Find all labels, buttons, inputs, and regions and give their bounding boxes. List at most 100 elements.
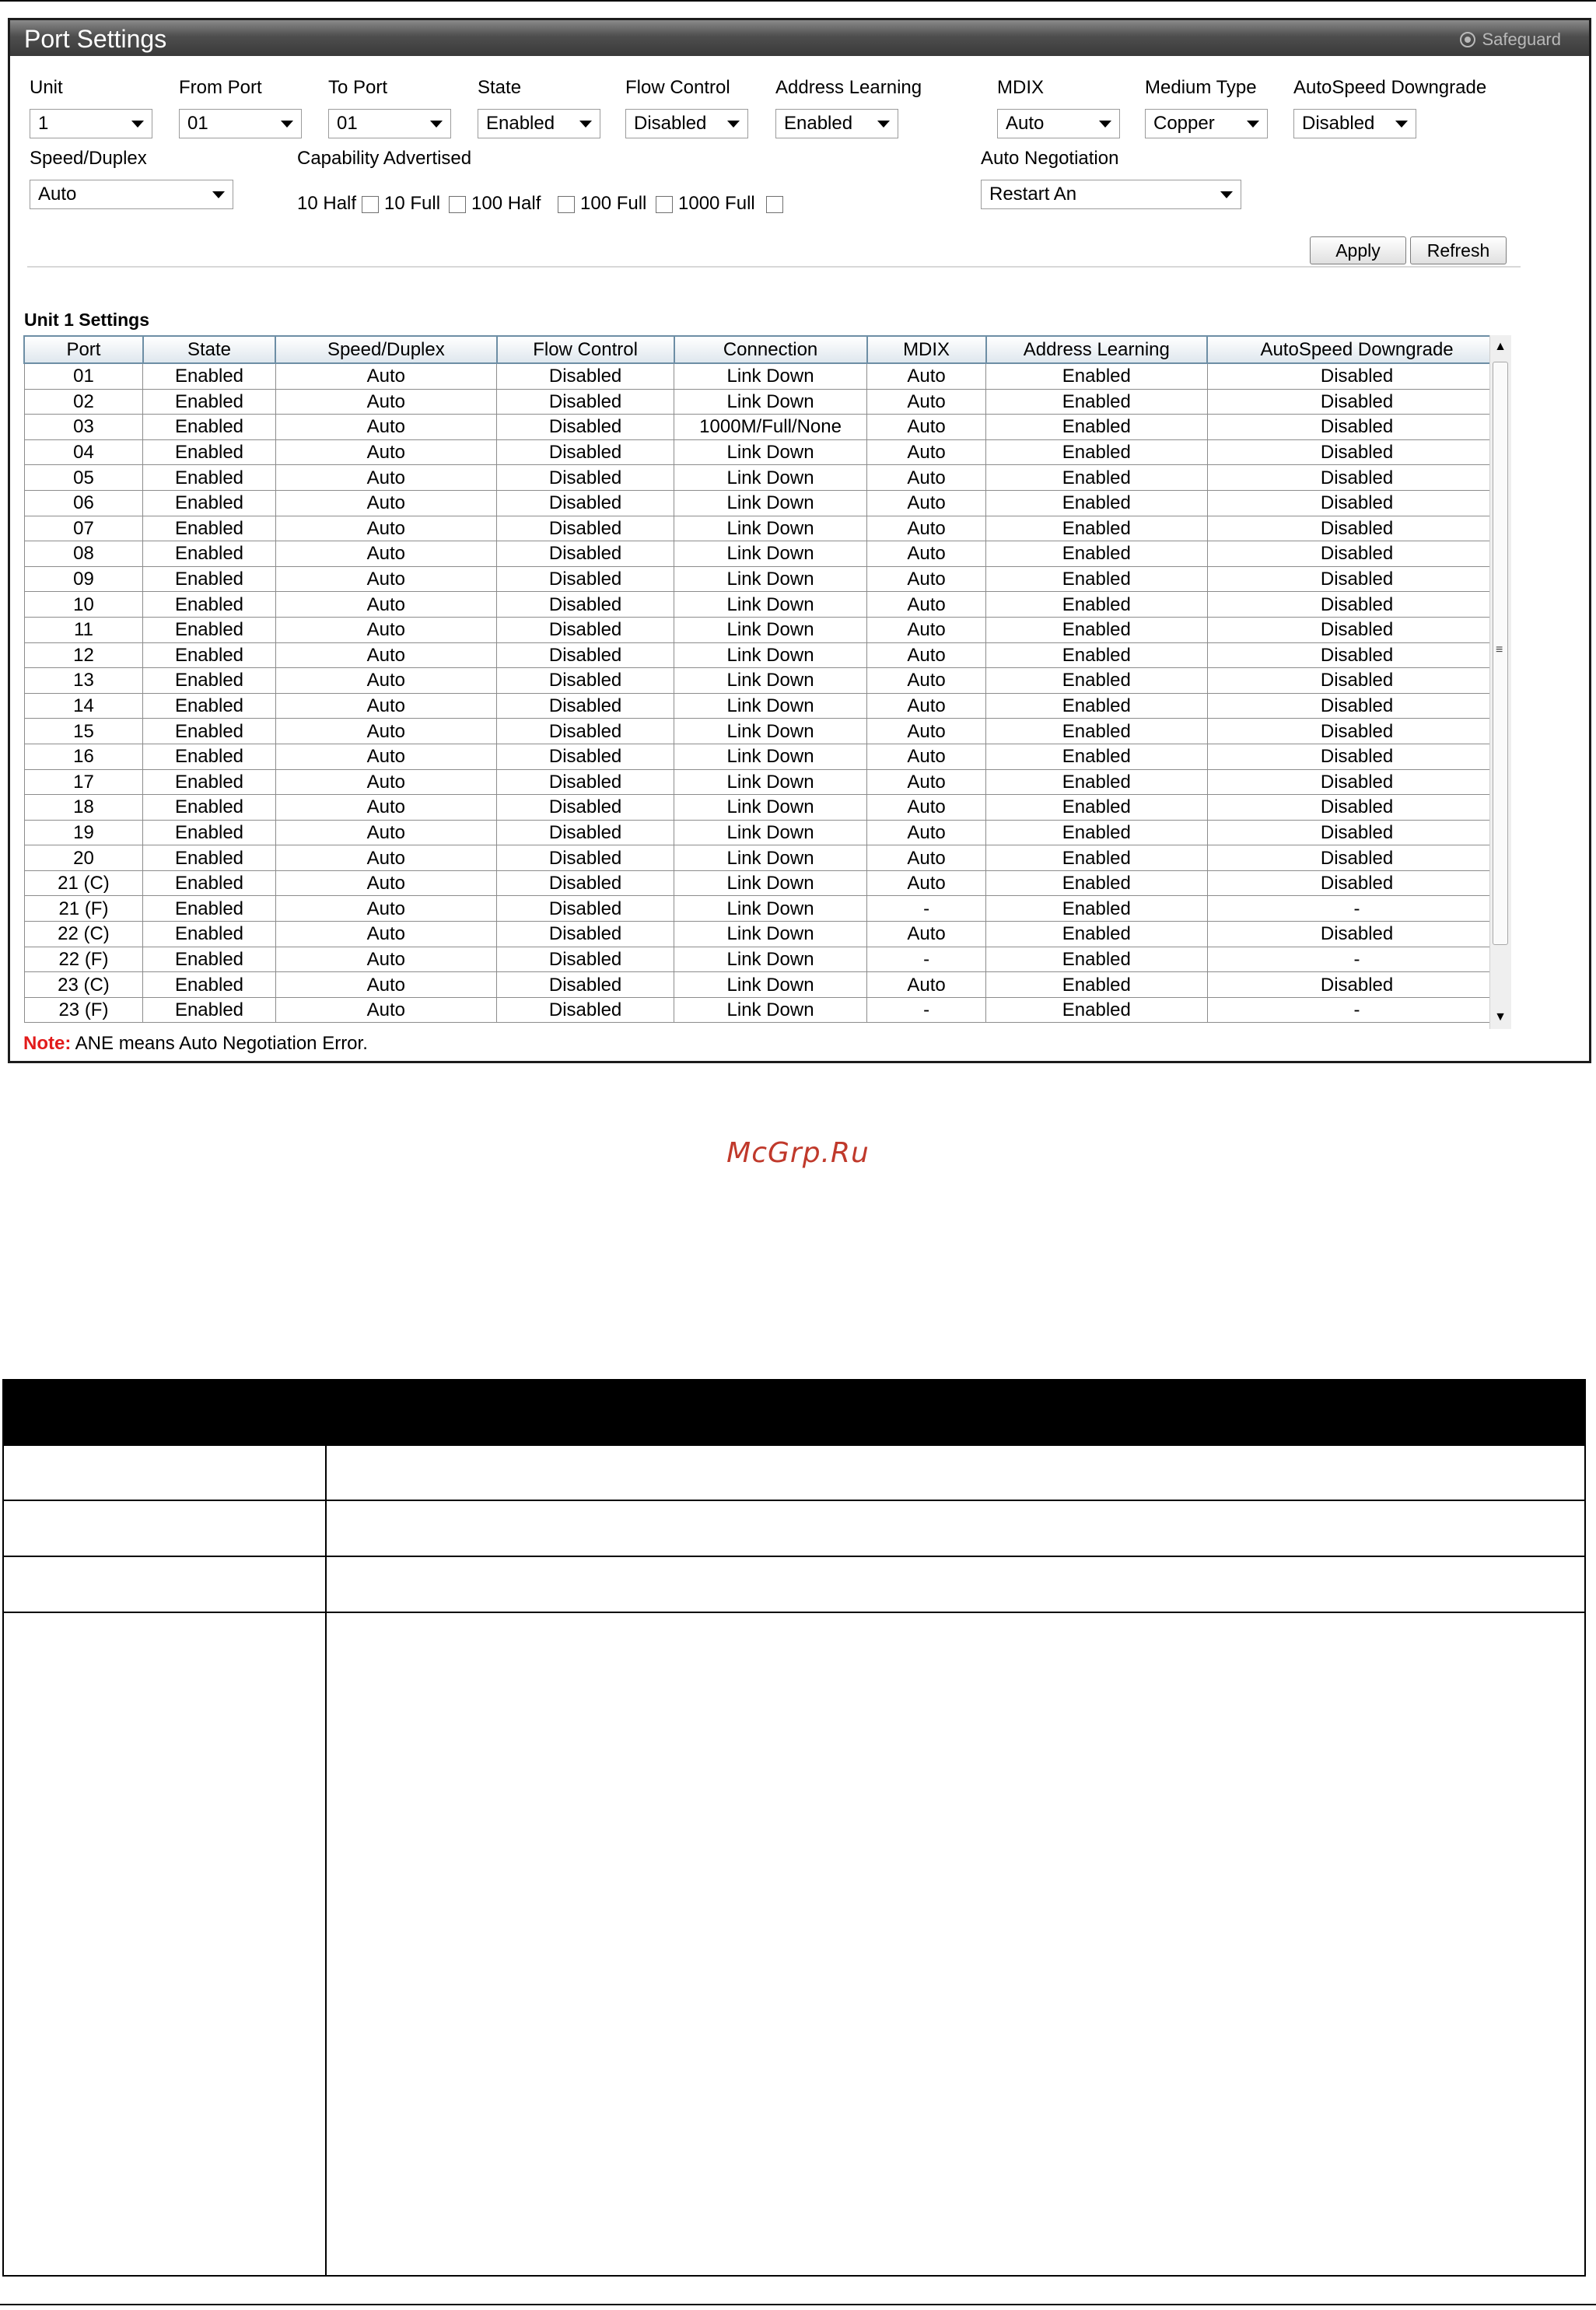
cell-port: 23 (F) xyxy=(23,996,144,1024)
cell-state: Enabled xyxy=(142,362,276,390)
cell-autospeed-downgrade: Disabled xyxy=(1206,718,1507,744)
cell-connection: Link Down xyxy=(673,642,868,669)
flow-control-select[interactable]: Disabled xyxy=(625,109,748,138)
cell-speed-duplex: Auto xyxy=(275,870,498,897)
col-header-mdix: MDIX xyxy=(866,335,987,364)
auto-negotiation-select[interactable]: Restart An xyxy=(981,180,1241,209)
cell-connection: 1000M/Full/None xyxy=(673,414,868,440)
refresh-button[interactable]: Refresh xyxy=(1410,236,1507,264)
table-row: 15 Enabled Auto Disabled Link Down Auto Enable… xyxy=(23,718,1507,744)
cap-10-full-checkbox[interactable] xyxy=(449,196,466,213)
cap-100-full-checkbox[interactable] xyxy=(656,196,673,213)
mdix-select[interactable]: Auto xyxy=(997,109,1120,138)
cell-autospeed-downgrade: Disabled xyxy=(1206,692,1507,719)
description-row-divider xyxy=(4,1500,1584,1501)
section-divider xyxy=(27,266,1521,268)
from-port-select[interactable]: 01 xyxy=(179,109,302,138)
cap-10-half-label: 10 Half xyxy=(297,193,357,214)
table-row: 21 (C) Enabled Auto Disabled Link Down Auto En… xyxy=(23,870,1507,897)
to-port-select-value: 01 xyxy=(337,113,358,134)
grip-icon: ≡ xyxy=(1496,643,1503,656)
table-row: 11 Enabled Auto Disabled Link Down Auto Enable… xyxy=(23,616,1507,643)
cell-mdix: Auto xyxy=(866,515,987,542)
to-port-select[interactable]: 01 xyxy=(328,109,451,138)
description-row-divider xyxy=(4,1556,1584,1557)
cell-autospeed-downgrade: Disabled xyxy=(1206,388,1507,415)
cell-autospeed-downgrade: - xyxy=(1206,895,1507,922)
cell-mdix: Auto xyxy=(866,819,987,846)
cell-mdix: Auto xyxy=(866,541,987,567)
address-learning-select[interactable]: Enabled xyxy=(775,109,898,138)
cap-1000-full-checkbox[interactable] xyxy=(766,196,783,213)
cell-autospeed-downgrade: Disabled xyxy=(1206,489,1507,516)
cell-state: Enabled xyxy=(142,591,276,618)
cap-100-full-label: 100 Full xyxy=(580,193,647,214)
cell-address-learning: Enabled xyxy=(985,414,1208,440)
safeguard-indicator[interactable]: Safeguard xyxy=(1460,30,1561,50)
port-settings-window: Port Settings Safeguard Unit From Port T… xyxy=(8,18,1591,1063)
cell-address-learning: Enabled xyxy=(985,515,1208,542)
cell-port: 10 xyxy=(23,591,144,618)
table-row: 23 (C) Enabled Auto Disabled Link Down Auto En… xyxy=(23,971,1507,998)
cell-address-learning: Enabled xyxy=(985,794,1208,821)
port-table-viewport: Port State Speed/Duplex Flow Control Con… xyxy=(23,335,1507,1029)
table-row: 10 Enabled Auto Disabled Link Down Auto Enable… xyxy=(23,591,1507,618)
medium-type-select[interactable]: Copper xyxy=(1145,109,1268,138)
table-row: 01 Enabled Auto Disabled Link Down Auto Enable… xyxy=(23,362,1507,390)
state-select[interactable]: Enabled xyxy=(478,109,600,138)
watermark-text: McGrp.Ru xyxy=(726,1137,870,1169)
cell-autospeed-downgrade: Disabled xyxy=(1206,642,1507,669)
port-table-body: 01 Enabled Auto Disabled Link Down Auto Enable… xyxy=(23,362,1507,1024)
cell-connection: Link Down xyxy=(673,667,868,694)
cell-port: 02 xyxy=(23,388,144,415)
cell-state: Enabled xyxy=(142,845,276,871)
table-row: 13 Enabled Auto Disabled Link Down Auto Enable… xyxy=(23,667,1507,694)
cell-state: Enabled xyxy=(142,667,276,694)
cell-mdix: Auto xyxy=(866,388,987,415)
cell-flow-control: Disabled xyxy=(496,414,674,440)
cell-state: Enabled xyxy=(142,971,276,998)
scroll-thumb[interactable]: ≡ xyxy=(1493,362,1508,945)
cell-address-learning: Enabled xyxy=(985,616,1208,643)
table-row: 08 Enabled Auto Disabled Link Down Auto Enable… xyxy=(23,541,1507,567)
cell-port: 09 xyxy=(23,565,144,593)
cell-state: Enabled xyxy=(142,388,276,415)
cell-speed-duplex: Auto xyxy=(275,541,498,567)
to-port-label: To Port xyxy=(328,77,388,98)
cell-autospeed-downgrade: - xyxy=(1206,946,1507,973)
cell-port: 05 xyxy=(23,464,144,491)
table-row: 19 Enabled Auto Disabled Link Down Auto Enable… xyxy=(23,819,1507,846)
address-learning-select-value: Enabled xyxy=(784,113,853,134)
cell-speed-duplex: Auto xyxy=(275,439,498,466)
table-row: 05 Enabled Auto Disabled Link Down Auto Enable… xyxy=(23,464,1507,491)
unit-select[interactable]: 1 xyxy=(30,109,152,138)
cell-mdix: Auto xyxy=(866,489,987,516)
cell-flow-control: Disabled xyxy=(496,362,674,390)
cell-state: Enabled xyxy=(142,895,276,922)
chevron-down-icon xyxy=(1220,191,1233,198)
autospeed-downgrade-select[interactable]: Disabled xyxy=(1293,109,1416,138)
col-header-autospeed-downgrade: AutoSpeed Downgrade xyxy=(1206,335,1507,364)
table-row: 06 Enabled Auto Disabled Link Down Auto Enable… xyxy=(23,489,1507,516)
speed-duplex-select[interactable]: Auto xyxy=(30,180,233,209)
cell-address-learning: Enabled xyxy=(985,921,1208,947)
apply-button[interactable]: Apply xyxy=(1310,236,1406,264)
cell-autospeed-downgrade: - xyxy=(1206,996,1507,1024)
chevron-down-icon xyxy=(1099,121,1111,128)
cell-port: 17 xyxy=(23,768,144,796)
table-row: 07 Enabled Auto Disabled Link Down Auto Enable… xyxy=(23,515,1507,542)
state-select-value: Enabled xyxy=(486,113,555,134)
table-scrollbar[interactable]: ▲ ≡ ▼ xyxy=(1489,335,1511,1029)
cap-10-half-checkbox[interactable] xyxy=(362,196,379,213)
cell-autospeed-downgrade: Disabled xyxy=(1206,464,1507,491)
cell-autospeed-downgrade: Disabled xyxy=(1206,845,1507,871)
cap-100-half-checkbox[interactable] xyxy=(558,196,575,213)
cell-mdix: Auto xyxy=(866,845,987,871)
flow-control-select-value: Disabled xyxy=(634,113,707,134)
cell-state: Enabled xyxy=(142,489,276,516)
scroll-down-icon[interactable]: ▼ xyxy=(1490,1006,1510,1029)
scroll-up-icon[interactable]: ▲ xyxy=(1490,335,1510,359)
cell-port: 03 xyxy=(23,414,144,440)
cell-address-learning: Enabled xyxy=(985,946,1208,973)
cell-port: 16 xyxy=(23,743,144,770)
